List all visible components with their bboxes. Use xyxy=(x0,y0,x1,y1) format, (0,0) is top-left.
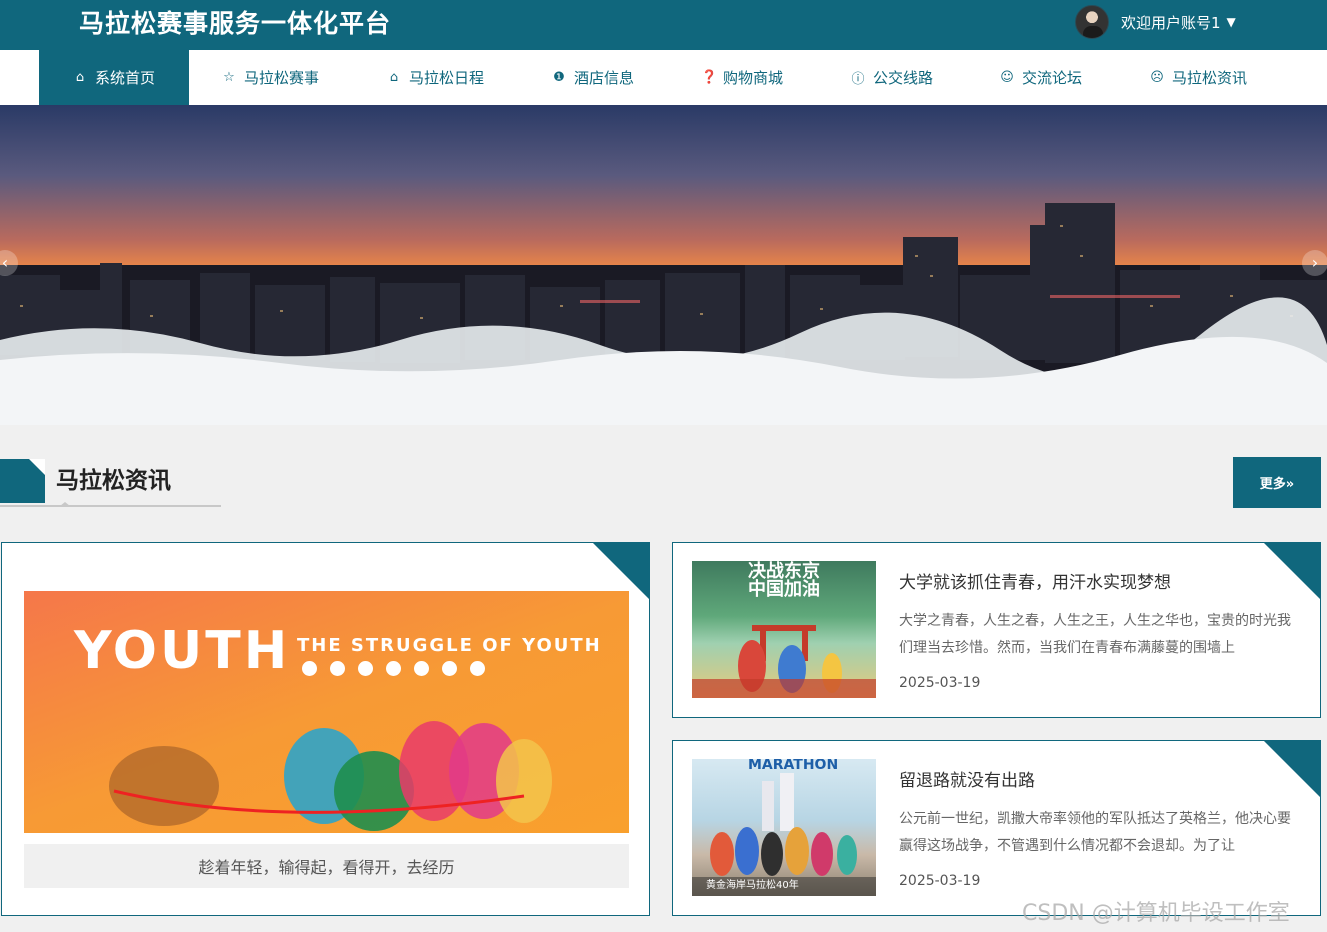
section-underline xyxy=(0,505,221,507)
featured-image[interactable]: YOUTH THE STRUGGLE OF YOUTH xyxy=(24,591,629,833)
avatar[interactable] xyxy=(1075,5,1109,39)
smile-icon: ☺ xyxy=(1000,70,1014,85)
news-card[interactable]: 决战东京 中国加油 大学就该抓住青春，用汗水实现梦想 大学之青春，人生之春，人生… xyxy=(672,542,1321,718)
nav-item-news[interactable]: ☹ 马拉松资讯 xyxy=(1150,50,1247,105)
section-marker-icon xyxy=(0,459,45,503)
news-date: 2025-03-19 xyxy=(899,873,981,889)
nav-item-label: 酒店信息 xyxy=(574,69,635,87)
news-thumbnail[interactable]: MARATHON 黄金海岸马拉松40年 xyxy=(692,759,876,896)
caret-down-icon[interactable]: ▼ xyxy=(1227,15,1236,29)
runners-illustration xyxy=(692,625,876,698)
news-summary: 大学之青春，人生之春，人生之王，人生之华也，宝贵的时光我们理当去珍惜。然而，当我… xyxy=(899,613,1291,656)
nav-item-label: 公交线路 xyxy=(873,69,934,87)
more-button[interactable]: 更多» xyxy=(1233,457,1321,508)
featured-caption: 趁着年轻，输得起，看得开，去经历 xyxy=(24,844,629,888)
news-summary: 公元前一世纪，凯撒大帝率领他的军队抵达了英格兰，他决心要赢得这场战争，不管遇到什… xyxy=(899,811,1291,854)
nav-item-home[interactable]: ⌂ 系统首页 xyxy=(39,50,189,105)
nav-item-bus-routes[interactable]: ⓘ 公交线路 xyxy=(851,50,933,105)
face-icon: ☹ xyxy=(1150,70,1164,85)
city-skyline-image xyxy=(0,203,1327,425)
news-thumbnail[interactable]: 决战东京 中国加油 xyxy=(692,561,876,698)
section-underline-notch xyxy=(60,502,70,506)
thumbnail-subtitle: 黄金海岸马拉松40年 xyxy=(706,880,799,891)
watermark: CSDN @计算机毕设工作室 xyxy=(1022,901,1290,926)
news-title[interactable]: 大学就该抓住青春，用汗水实现梦想 xyxy=(899,568,1171,593)
top-header: 马拉松赛事服务一体化平台 欢迎用户账号1 ▼ xyxy=(0,0,1327,50)
banner-next-button[interactable]: › xyxy=(1302,250,1327,276)
nav-item-label: 购物商城 xyxy=(723,69,784,87)
nav-item-forum[interactable]: ☺ 交流论坛 xyxy=(1000,50,1082,105)
news-date: 2025-03-19 xyxy=(899,675,981,691)
main-nav: ⌂ 系统首页 ☆ 马拉松赛事 ⌂ 马拉松日程 ❶ 酒店信息 ❓ 购物商城 ⓘ 公… xyxy=(0,50,1327,105)
card-corner-decoration xyxy=(1264,741,1320,797)
nav-item-shop[interactable]: ❓ 购物商城 xyxy=(701,50,783,105)
nav-item-label: 马拉松日程 xyxy=(409,69,485,87)
nav-item-label: 马拉松资讯 xyxy=(1172,69,1248,87)
news-card[interactable]: MARATHON 黄金海岸马拉松40年 留退路就没有出路 公元前一世纪，凯撒大帝… xyxy=(672,740,1321,916)
nav-item-marathon-events[interactable]: ☆ 马拉松赛事 xyxy=(222,50,319,105)
star-icon: ☆ xyxy=(223,70,235,85)
nav-item-label: 系统首页 xyxy=(94,69,155,87)
featured-news-card[interactable]: YOUTH THE STRUGGLE OF YOUTH 趁着年轻，输得起，看得开… xyxy=(1,542,650,916)
help-icon: ❓ xyxy=(701,70,718,85)
nav-item-schedule[interactable]: ⌂ 马拉松日程 xyxy=(387,50,484,105)
card-corner-decoration xyxy=(1264,543,1320,599)
site-title: 马拉松赛事服务一体化平台 xyxy=(79,9,392,38)
info-icon: ⓘ xyxy=(851,72,865,87)
banner-carousel[interactable]: ‹ › xyxy=(0,105,1327,425)
alert-icon: ❶ xyxy=(553,70,565,85)
nav-item-hotels[interactable]: ❶ 酒店信息 xyxy=(552,50,634,105)
news-title[interactable]: 留退路就没有出路 xyxy=(899,766,1035,791)
nav-item-label: 马拉松赛事 xyxy=(244,69,320,87)
nav-item-label: 交流论坛 xyxy=(1022,69,1083,87)
news-section-heading: 马拉松资讯 xyxy=(0,458,221,508)
bag-icon: ⌂ xyxy=(389,70,399,85)
runners-illustration xyxy=(109,721,552,831)
welcome-text: 欢迎用户账号1 xyxy=(1121,13,1221,32)
user-menu[interactable]: 欢迎用户账号1 ▼ xyxy=(1075,4,1236,40)
section-title: 马拉松资讯 xyxy=(56,468,171,494)
home-icon: ⌂ xyxy=(75,70,85,85)
